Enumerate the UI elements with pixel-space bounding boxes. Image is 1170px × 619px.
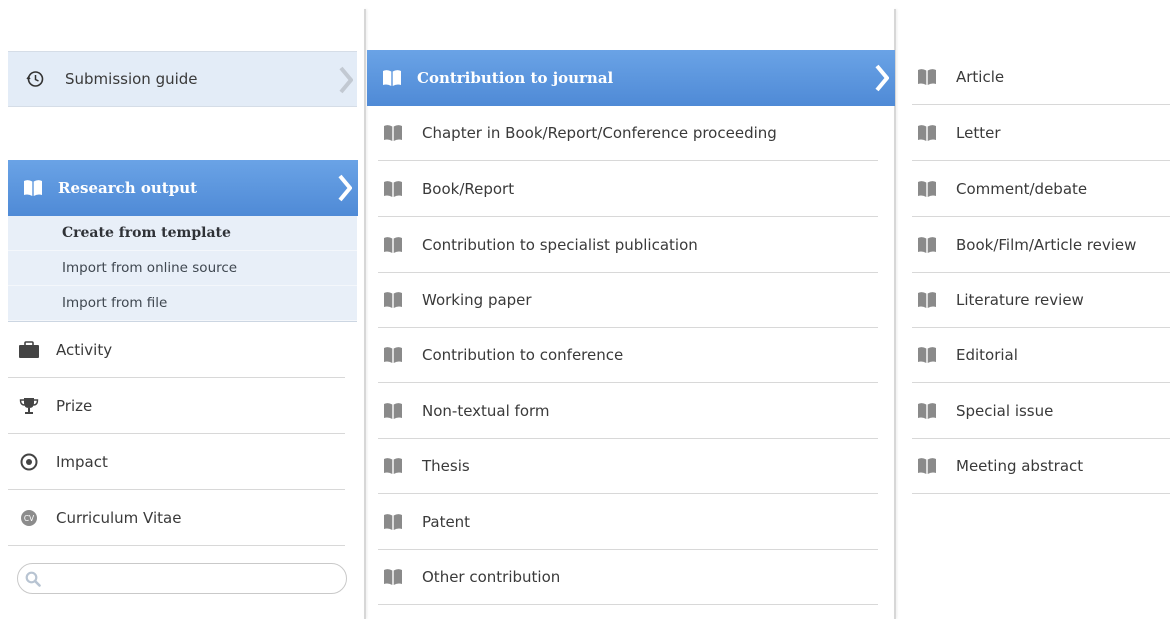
menu-item-label: Impact [56, 452, 108, 471]
submission-guide-item[interactable]: Submission guide [8, 51, 357, 107]
book-icon [914, 455, 940, 477]
journal-type-label: Book/Film/Article review [956, 235, 1137, 254]
book-icon [914, 178, 940, 200]
output-type-item[interactable]: Working paper [378, 272, 878, 328]
output-type-label: Other contribution [422, 567, 561, 586]
trophy-icon [16, 395, 42, 417]
menu-item-impact[interactable]: Impact [8, 434, 345, 490]
book-icon [914, 289, 940, 311]
search-icon [24, 568, 42, 590]
output-type-item[interactable]: Patent [378, 494, 878, 550]
book-icon [379, 67, 405, 89]
svg-text:CV: CV [24, 514, 35, 523]
import-from-online-source-link[interactable]: Import from online source [8, 251, 357, 286]
menu-item-label: Curriculum Vitae [56, 508, 182, 527]
history-icon [22, 68, 48, 90]
search-box [17, 563, 347, 594]
menu-item-label: Activity [56, 340, 113, 359]
journal-type-item[interactable]: Special issue [912, 383, 1170, 439]
output-type-item[interactable]: Chapter in Book/Report/Conference procee… [378, 105, 878, 161]
output-type-item[interactable]: Thesis [378, 438, 878, 494]
import-from-file-link[interactable]: Import from file [8, 286, 357, 321]
output-type-label: Book/Report [422, 179, 515, 198]
journal-type-label: Special issue [956, 401, 1054, 420]
output-type-item[interactable]: Non-textual form [378, 383, 878, 439]
journal-type-item[interactable]: Letter [912, 105, 1170, 161]
output-type-label: Contribution to conference [422, 345, 624, 364]
book-icon [380, 122, 406, 144]
chevron-right-icon [338, 174, 352, 202]
book-icon [914, 234, 940, 256]
briefcase-icon [16, 339, 42, 361]
book-icon [20, 177, 46, 199]
output-type-label: Contribution to specialist publication [422, 235, 698, 254]
search-input[interactable] [46, 564, 346, 593]
menu-item-curriculum-vitae[interactable]: CV Curriculum Vitae [8, 490, 345, 546]
output-type-item[interactable]: Book/Report [378, 161, 878, 217]
journal-type-label: Meeting abstract [956, 456, 1084, 475]
journal-type-label: Article [956, 67, 1005, 86]
journal-type-label: Editorial [956, 345, 1018, 364]
output-type-item[interactable]: Contribution to conference [378, 327, 878, 383]
book-icon [380, 455, 406, 477]
output-type-label: Non-textual form [422, 401, 550, 420]
book-icon [380, 289, 406, 311]
menu-item-prize[interactable]: Prize [8, 378, 345, 434]
book-icon [914, 66, 940, 88]
journal-type-item[interactable]: Meeting abstract [912, 438, 1170, 494]
book-icon [380, 566, 406, 588]
output-type-item[interactable]: Other contribution [378, 549, 878, 605]
create-from-template-link[interactable]: Create from template [8, 216, 357, 251]
book-icon [914, 122, 940, 144]
contribution-to-journal-label: Contribution to journal [417, 69, 614, 87]
contribution-to-journal-item[interactable]: Contribution to journal [367, 50, 895, 106]
book-icon [380, 234, 406, 256]
output-type-item[interactable]: Contribution to specialist publication [378, 217, 878, 273]
journal-type-item[interactable]: Editorial [912, 327, 1170, 383]
cv-icon: CV [16, 507, 42, 529]
book-icon [914, 344, 940, 366]
menu-item-activity[interactable]: Activity [8, 322, 345, 378]
chevron-right-icon [875, 64, 889, 92]
research-output-submenu: Create from template Import from online … [8, 216, 357, 322]
book-icon [380, 400, 406, 422]
book-icon [380, 178, 406, 200]
journal-type-item[interactable]: Book/Film/Article review [912, 217, 1170, 273]
book-icon [914, 400, 940, 422]
target-icon [16, 451, 42, 473]
research-output-label: Research output [58, 179, 198, 197]
journal-type-label: Letter [956, 123, 1001, 142]
book-icon [380, 511, 406, 533]
output-type-label: Working paper [422, 290, 532, 309]
journal-type-label: Comment/debate [956, 179, 1088, 198]
book-icon [380, 344, 406, 366]
journal-type-label: Literature review [956, 290, 1084, 309]
journal-type-item[interactable]: Article [912, 49, 1170, 105]
chevron-right-icon [339, 66, 353, 94]
submission-guide-label: Submission guide [65, 70, 198, 88]
menu-item-label: Prize [56, 396, 93, 415]
journal-type-item[interactable]: Literature review [912, 272, 1170, 328]
column-separator [364, 9, 366, 619]
output-type-label: Chapter in Book/Report/Conference procee… [422, 123, 777, 142]
output-type-label: Patent [422, 512, 471, 531]
research-output-item[interactable]: Research output [8, 160, 358, 216]
journal-type-item[interactable]: Comment/debate [912, 161, 1170, 217]
output-type-label: Thesis [422, 456, 470, 475]
